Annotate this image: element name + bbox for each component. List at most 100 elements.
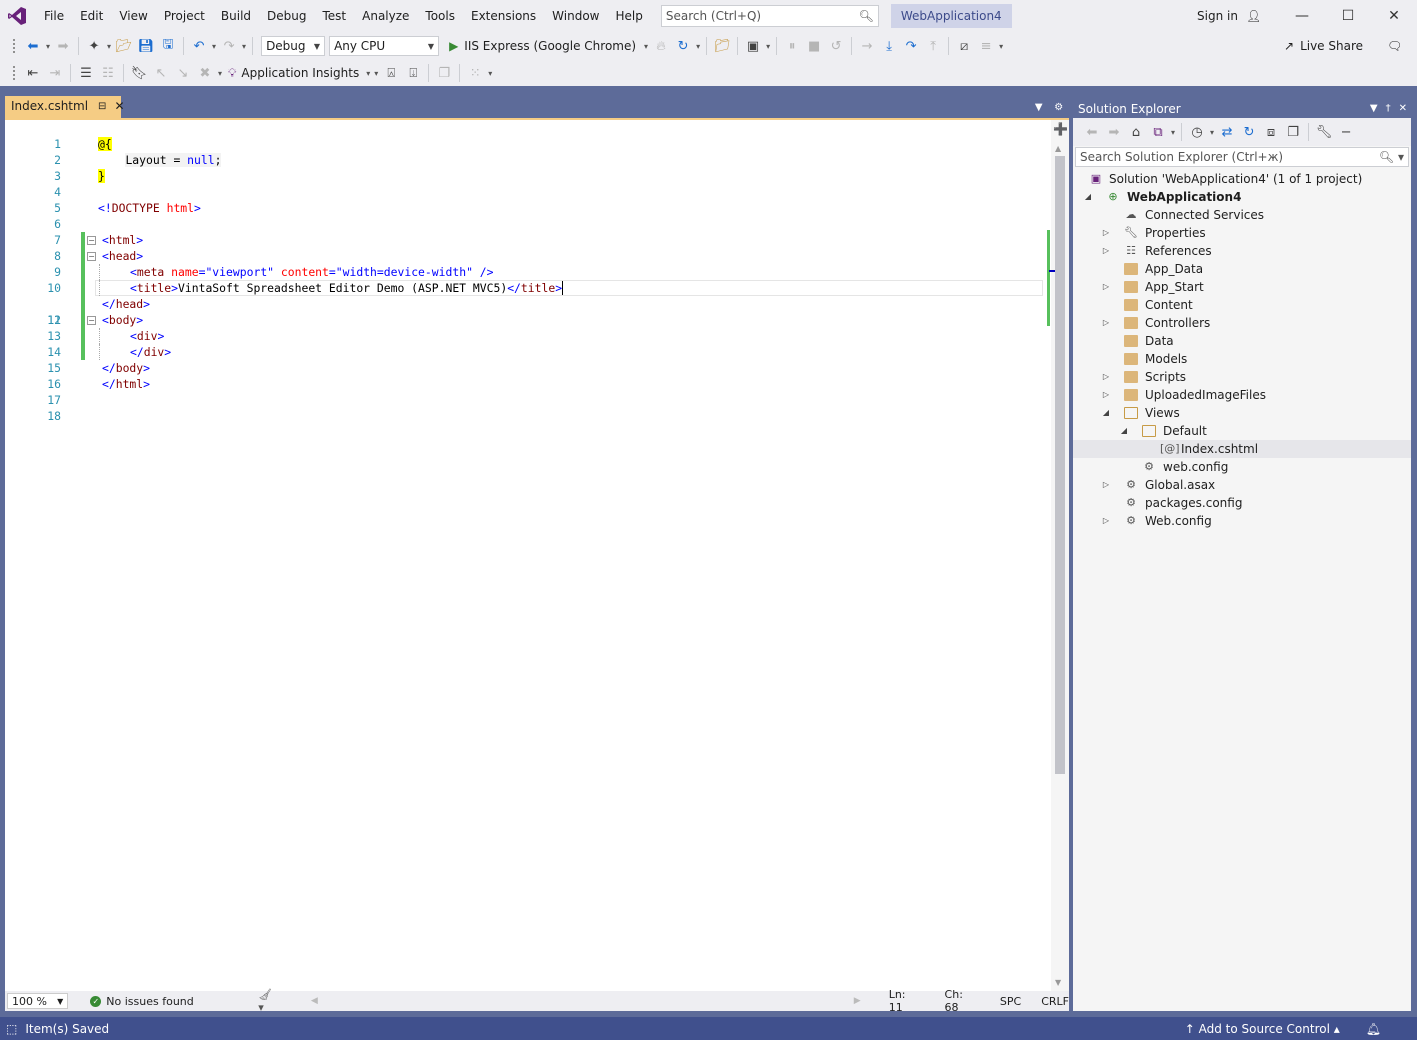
previous-bookmark-icon[interactable]: ↖ [150, 62, 172, 84]
menu-help[interactable]: Help [607, 0, 650, 32]
start-debugging-button[interactable]: ▶ IIS Express (Google Chrome) ▾ [449, 39, 650, 53]
menu-test[interactable]: Test [314, 0, 354, 32]
tree-item-file[interactable]: ▷ ⚙ Global.asax [1073, 476, 1411, 494]
code-cleanup-icon[interactable]: 🧹︎ ▾ [258, 988, 281, 1014]
run-target-dropdown-icon[interactable]: ▾ [644, 42, 648, 51]
close-tab-icon[interactable]: ✕ [114, 99, 124, 113]
collapsed-arrow-icon[interactable]: ▷ [1101, 242, 1111, 260]
toolbar-grip[interactable] [12, 38, 16, 54]
menu-view[interactable]: View [111, 0, 155, 32]
filter-dropdown-icon[interactable]: ▾ [1210, 128, 1214, 137]
pin-icon[interactable]: ⊟ [98, 101, 106, 112]
clear-bookmarks-icon[interactable]: ✖ [194, 62, 216, 84]
line-indicator[interactable]: Ln: 11 [889, 988, 923, 1014]
switch-views-icon[interactable]: ⧉ [1147, 121, 1169, 143]
stop-icon[interactable]: ■ [803, 35, 825, 57]
show-next-statement-icon[interactable]: → [856, 35, 878, 57]
redo-icon[interactable]: ↷ [218, 35, 240, 57]
window-position-icon[interactable]: ▼ [1370, 103, 1378, 114]
navigate-back-icon[interactable]: ⬅ [22, 35, 44, 57]
forward-icon[interactable]: ➡ [1103, 121, 1125, 143]
redo-dropdown-icon[interactable]: ▾ [242, 42, 246, 51]
toolbar-options-icon[interactable]: ▾ [374, 69, 378, 78]
publish-icon[interactable]: ⍓ [380, 62, 402, 84]
uncomment-lines-icon[interactable]: ☷ [97, 62, 119, 84]
collapse-icon[interactable]: − [87, 252, 96, 261]
tree-item-file-selected[interactable]: [@] Index.cshtml [1073, 440, 1411, 458]
undo-dropdown-icon[interactable]: ▾ [212, 42, 216, 51]
format-document-icon[interactable]: ⁙ [464, 62, 486, 84]
settings-gear-icon[interactable]: ⚙ [1054, 102, 1063, 113]
close-pane-icon[interactable]: ✕ [1399, 103, 1407, 114]
sync-with-active-document-icon[interactable]: ⇄ [1216, 121, 1238, 143]
toolbar-options-icon[interactable]: ▾ [488, 69, 492, 78]
scroll-down-icon[interactable]: ▼ [1055, 978, 1061, 987]
back-dropdown-icon[interactable]: ▾ [46, 42, 50, 51]
scroll-left-icon[interactable]: ◀ [311, 996, 318, 1006]
refresh-icon[interactable]: ↻ [1238, 121, 1260, 143]
navigate-forward-icon[interactable]: ➡ [52, 35, 74, 57]
collapsed-arrow-icon[interactable]: ▷ [1101, 278, 1111, 296]
refresh-browser-icon[interactable]: ↻ [672, 35, 694, 57]
platform-select[interactable]: Any CPU ▼ [329, 36, 440, 56]
collapse-all-icon[interactable]: ⧈ [1260, 121, 1282, 143]
scroll-up-icon[interactable]: ▲ [1055, 144, 1061, 153]
whitespace-indicator[interactable]: SPC [1000, 995, 1021, 1008]
find-in-files-icon[interactable]: 📁︎ [711, 35, 733, 57]
preview-selected-items-icon[interactable]: − [1335, 121, 1357, 143]
back-icon[interactable]: ⬅ [1081, 121, 1103, 143]
toolbar-options-icon[interactable]: ▾ [999, 42, 1003, 51]
hot-reload-icon[interactable]: 🔥︎ [650, 35, 672, 57]
menu-window[interactable]: Window [544, 0, 607, 32]
outdent-icon[interactable]: ⇤ [22, 62, 44, 84]
collapsed-arrow-icon[interactable]: ▷ [1101, 314, 1111, 332]
collapsed-arrow-icon[interactable]: ▷ [1101, 476, 1111, 494]
tab-index-cshtml[interactable]: Index.cshtml ⊟ ✕ [5, 96, 125, 118]
zoom-select[interactable]: 100 % ▼ [7, 993, 69, 1009]
bookmark-icon[interactable]: 🔖︎ [128, 62, 150, 84]
menu-debug[interactable]: Debug [259, 0, 314, 32]
collapsed-arrow-icon[interactable]: ▷ [1101, 368, 1111, 386]
restart-icon[interactable]: ↺ [825, 35, 847, 57]
tree-item-file[interactable]: ⚙ web.config [1073, 458, 1411, 476]
step-into-icon[interactable]: ⤓ [878, 35, 900, 57]
tree-item-folder[interactable]: ▷ Scripts [1073, 368, 1411, 386]
open-file-icon[interactable]: 📂︎ [113, 35, 135, 57]
tree-item-folder[interactable]: Content [1073, 296, 1411, 314]
issues-indicator[interactable]: ✓ No issues found [90, 995, 244, 1008]
vertical-scrollbar[interactable]: ➕ ▲ ▼ [1047, 120, 1069, 991]
tree-item-folder[interactable]: App_Data [1073, 260, 1411, 278]
pause-icon[interactable]: ⏸︎ [781, 35, 803, 57]
threads-icon[interactable]: ≡ [975, 35, 997, 57]
tab-list-dropdown-icon[interactable]: ▼ [1035, 102, 1043, 113]
tree-item-folder[interactable]: ▷ UploadedImageFiles [1073, 386, 1411, 404]
menu-file[interactable]: File [36, 0, 72, 32]
step-over-icon[interactable]: ↷ [900, 35, 922, 57]
notifications-bell-icon[interactable]: 🔔︎ [1366, 1022, 1381, 1036]
deploy-icon[interactable]: ⍗ [402, 62, 424, 84]
screenshot-dropdown-icon[interactable]: ▾ [766, 42, 770, 51]
tree-item-folder[interactable]: ▷ Controllers [1073, 314, 1411, 332]
scrollbar-thumb[interactable] [1055, 156, 1065, 774]
solution-explorer-search-input[interactable]: Search Solution Explorer (Ctrl+ж) 🔍︎ ▾ [1075, 147, 1409, 167]
refresh-dropdown-icon[interactable]: ▾ [696, 42, 700, 51]
collapse-icon[interactable]: − [87, 316, 96, 325]
collapsed-arrow-icon[interactable]: ▷ [1101, 386, 1111, 404]
menu-tools[interactable]: Tools [417, 0, 463, 32]
hex-display-icon[interactable]: ⧄ [953, 35, 975, 57]
close-window-button[interactable]: ✕ [1371, 0, 1417, 32]
auto-hide-pin-icon[interactable]: † [1386, 103, 1391, 114]
next-bookmark-icon[interactable]: ↘ [172, 62, 194, 84]
column-indicator[interactable]: Ch: 68 [945, 988, 980, 1014]
toolbar-grip[interactable] [12, 65, 16, 81]
tree-item-folder[interactable]: Data [1073, 332, 1411, 350]
menu-analyze[interactable]: Analyze [354, 0, 417, 32]
menu-extensions[interactable]: Extensions [463, 0, 544, 32]
scroll-right-icon[interactable]: ▶ [854, 996, 861, 1006]
collapse-icon[interactable]: − [87, 236, 96, 245]
comment-lines-icon[interactable]: ☰ [75, 62, 97, 84]
bookmark-options-icon[interactable]: ▾ [218, 69, 222, 78]
menu-edit[interactable]: Edit [72, 0, 111, 32]
expanded-arrow-icon[interactable]: ◢ [1101, 404, 1111, 422]
save-icon[interactable]: 💾︎ [135, 35, 157, 57]
